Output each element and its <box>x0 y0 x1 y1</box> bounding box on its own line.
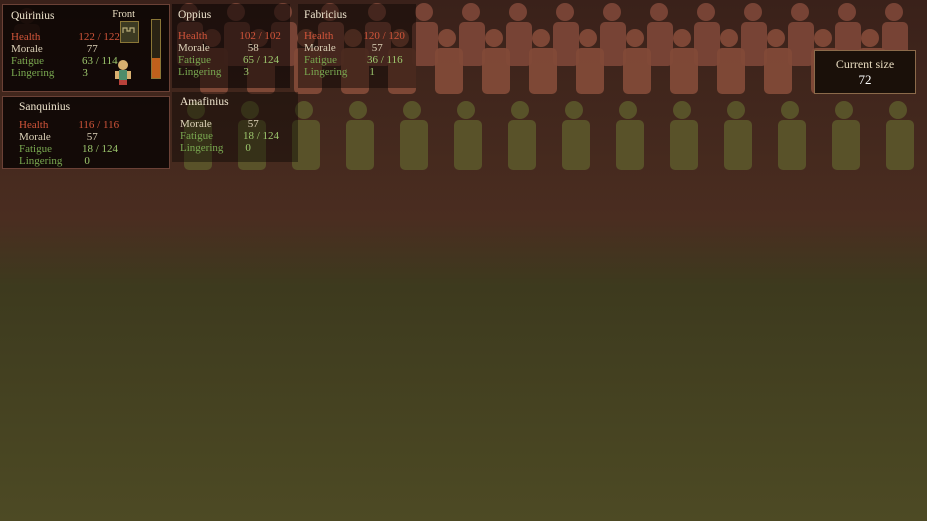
character-name: Fabricius <box>304 9 347 21</box>
lingering-value: 1 <box>369 66 375 78</box>
character-card-amafinius[interactable]: Amafinius Morale 57 Fatigue 18 / 124 Linge… <box>172 92 298 162</box>
troop-formation-area: Quirinius Health 122 / 122 Morale 77 Fatig… <box>0 0 927 521</box>
character-card-oppius[interactable]: Oppius Health 102 / 102 Morale 58 Fatigue 6… <box>172 4 290 88</box>
morale-value: 58 <box>247 42 259 54</box>
lingering-value: 3 <box>243 66 249 78</box>
lingering-label: Lingering <box>178 66 222 78</box>
fatigue-label: Fatigue <box>11 55 44 67</box>
fatigue-value: 36 / 116 <box>367 54 403 66</box>
morale-value: 57 <box>371 42 383 54</box>
fatigue-label: Fatigue <box>178 54 211 66</box>
fatigue-value: 65 / 124 <box>243 54 280 66</box>
fatigue-label: Fatigue <box>19 143 52 155</box>
morale-value: 57 <box>86 131 98 143</box>
morale-label: Morale <box>178 42 210 54</box>
current-size-box: Current size 72 <box>814 50 916 94</box>
fatigue-value: 18 / 124 <box>243 130 280 142</box>
stamina-gauge <box>151 19 161 79</box>
front-marker-label: Front <box>112 9 135 20</box>
character-name: Sanquinius <box>19 101 71 113</box>
health-label: Health <box>19 119 49 131</box>
health-value: 116 / 116 <box>78 119 120 131</box>
game-screen: Your century Typical Eq. Determination 7… <box>0 0 927 521</box>
lingering-value: 0 <box>84 155 90 167</box>
morale-label: Morale <box>304 42 336 54</box>
health-value: 120 / 120 <box>363 30 405 42</box>
health-label: Health <box>11 31 41 43</box>
morale-label: Morale <box>19 131 51 143</box>
lingering-label: Lingering <box>304 66 348 78</box>
current-size-value: 72 <box>858 72 872 87</box>
character-card-quirinius[interactable]: Quirinius Health 122 / 122 Morale 77 Fatig… <box>2 4 170 92</box>
health-value: 122 / 122 <box>78 31 120 43</box>
character-name: Amafinius <box>180 96 229 108</box>
health-label: Health <box>304 30 334 42</box>
morale-label: Morale <box>11 43 43 55</box>
lingering-value: 0 <box>245 142 251 154</box>
character-card-fabricius[interactable]: Fabricius Health 120 / 120 Morale 57 Fatig… <box>298 4 416 88</box>
morale-value: 77 <box>86 43 98 55</box>
soldier-portrait-icon <box>115 60 131 85</box>
fatigue-label: Fatigue <box>304 54 337 66</box>
health-label: Health <box>178 30 208 42</box>
character-name: Quirinius <box>11 10 55 22</box>
lingering-label: Lingering <box>11 67 55 79</box>
fatigue-value: 18 / 124 <box>82 143 119 155</box>
lingering-label: Lingering <box>19 155 63 167</box>
current-size-label: Current size <box>835 57 895 71</box>
lingering-value: 3 <box>82 67 88 79</box>
character-card-sanquinius[interactable]: Sanquinius Health 116 / 116 Morale 57 Fati… <box>2 96 170 169</box>
character-name: Oppius <box>178 9 212 21</box>
fatigue-label: Fatigue <box>180 130 213 142</box>
lingering-label: Lingering <box>180 142 224 154</box>
morale-value: 57 <box>247 118 259 130</box>
health-value: 102 / 102 <box>239 30 281 42</box>
formation-position-icon[interactable] <box>120 21 139 43</box>
morale-label: Morale <box>180 118 212 130</box>
